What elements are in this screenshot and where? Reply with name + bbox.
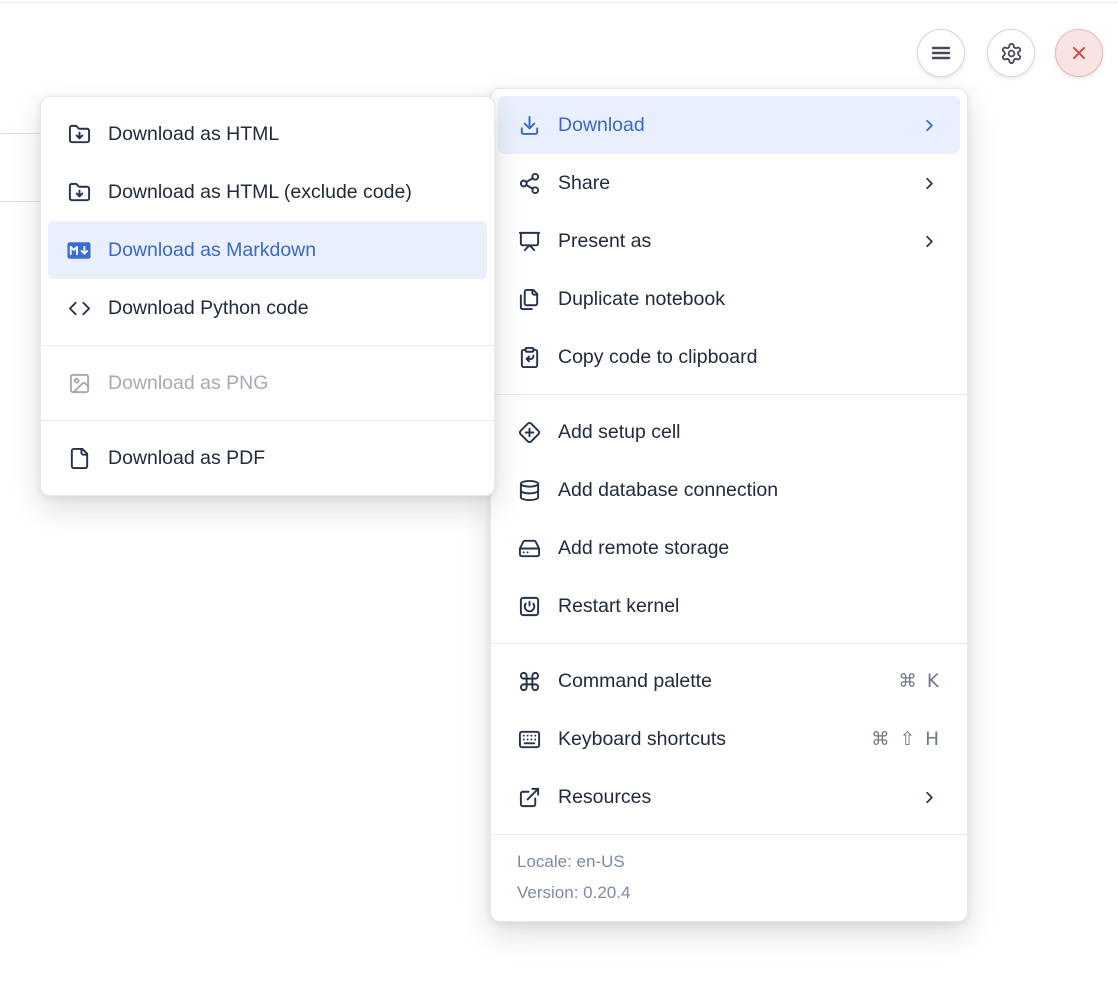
menu-item-label: Restart kernel — [558, 595, 679, 618]
gear-icon — [1000, 42, 1023, 65]
shortcut-keys: ⌘ ⇧ H — [871, 729, 939, 750]
clipboard-copy-icon — [517, 345, 541, 369]
notebook-menu-button[interactable] — [917, 29, 965, 77]
menu-item-add-setup-cell[interactable]: Add setup cell — [498, 403, 960, 461]
chevron-right-icon — [920, 116, 939, 135]
menu-item-label: Download Python code — [108, 297, 309, 320]
menu-item-download-as-markdown[interactable]: Download as Markdown — [48, 221, 487, 279]
external-link-icon — [517, 785, 541, 809]
keyboard-icon — [517, 727, 541, 751]
menu-item-resources[interactable]: Resources — [498, 768, 960, 826]
menu-item-download-as-pdf[interactable]: Download as PDF — [48, 429, 487, 487]
file-icon — [67, 446, 91, 470]
menu-divider — [491, 643, 967, 644]
menu-item-download-as-html-exclude-code[interactable]: Download as HTML (exclude code) — [48, 163, 487, 221]
download-icon — [517, 113, 541, 137]
background-cell-border — [0, 133, 40, 134]
share-icon — [517, 171, 541, 195]
markdown-icon — [67, 238, 91, 262]
menu-item-label: Keyboard shortcuts — [558, 728, 726, 751]
hard-drive-icon — [517, 536, 541, 560]
menu-item-download-as-png: Download as PNG — [48, 354, 487, 412]
menu-item-label: Download as Markdown — [108, 239, 316, 262]
menu-item-label: Download as PNG — [108, 372, 268, 395]
command-icon — [517, 669, 541, 693]
menu-divider — [491, 394, 967, 395]
database-icon — [517, 478, 541, 502]
background-cell-border — [0, 201, 40, 202]
menu-item-download[interactable]: Download — [498, 96, 960, 154]
download-submenu: Download as HTML Download as HTML (exclu… — [40, 96, 495, 496]
key-letter: K — [927, 671, 939, 692]
menu-item-label: Download as HTML — [108, 123, 279, 146]
menu-item-label: Add setup cell — [558, 421, 681, 444]
menu-item-label: Download as HTML (exclude code) — [108, 181, 412, 204]
locale-text: Locale: en-US — [517, 846, 941, 877]
power-square-icon — [517, 594, 541, 618]
folder-down-icon — [67, 122, 91, 146]
menu-item-label: Download — [558, 114, 645, 137]
menu-divider — [41, 345, 494, 346]
key-command: ⌘ — [898, 671, 917, 692]
files-icon — [517, 287, 541, 311]
menu-item-duplicate-notebook[interactable]: Duplicate notebook — [498, 270, 960, 328]
key-shift: ⇧ — [900, 729, 916, 750]
shortcut-keys: ⌘ K — [898, 671, 939, 692]
menu-item-download-python-code[interactable]: Download Python code — [48, 279, 487, 337]
menu-item-command-palette[interactable]: Command palette ⌘ K — [498, 652, 960, 710]
menu-item-label: Copy code to clipboard — [558, 346, 757, 369]
menu-item-label: Duplicate notebook — [558, 288, 725, 311]
menu-item-label: Command palette — [558, 670, 712, 693]
menu-item-copy-code-to-clipboard[interactable]: Copy code to clipboard — [498, 328, 960, 386]
page-top-border — [0, 2, 1118, 3]
version-text: Version: 0.20.4 — [517, 877, 941, 908]
diamond-plus-icon — [517, 420, 541, 444]
key-command: ⌘ — [871, 729, 890, 750]
key-letter: H — [925, 729, 939, 750]
chevron-right-icon — [920, 174, 939, 193]
menu-item-label: Download as PDF — [108, 447, 265, 470]
menu-item-share[interactable]: Share — [498, 154, 960, 212]
menu-item-label: Add remote storage — [558, 537, 729, 560]
menu-item-download-as-html[interactable]: Download as HTML — [48, 105, 487, 163]
code-icon — [67, 296, 91, 320]
chevron-right-icon — [920, 232, 939, 251]
settings-button[interactable] — [987, 29, 1035, 77]
chevron-right-icon — [920, 788, 939, 807]
menu-item-label: Share — [558, 172, 610, 195]
menu-divider — [41, 420, 494, 421]
menu-item-keyboard-shortcuts[interactable]: Keyboard shortcuts ⌘ ⇧ H — [498, 710, 960, 768]
menu-item-label: Add database connection — [558, 479, 778, 502]
hamburger-icon — [929, 41, 953, 65]
folder-down-icon — [67, 180, 91, 204]
menu-item-add-remote-storage[interactable]: Add remote storage — [498, 519, 960, 577]
menu-item-add-database-connection[interactable]: Add database connection — [498, 461, 960, 519]
image-icon — [67, 371, 91, 395]
menu-item-label: Present as — [558, 230, 651, 253]
menu-item-present-as[interactable]: Present as — [498, 212, 960, 270]
menu-item-restart-kernel[interactable]: Restart kernel — [498, 577, 960, 635]
close-icon — [1068, 42, 1090, 64]
presentation-icon — [517, 229, 541, 253]
menu-footer: Locale: en-US Version: 0.20.4 — [491, 834, 967, 921]
menu-item-label: Resources — [558, 786, 651, 809]
notebook-menu: Download Share Present as Duplicate note… — [490, 88, 968, 922]
shutdown-button[interactable] — [1055, 29, 1103, 77]
